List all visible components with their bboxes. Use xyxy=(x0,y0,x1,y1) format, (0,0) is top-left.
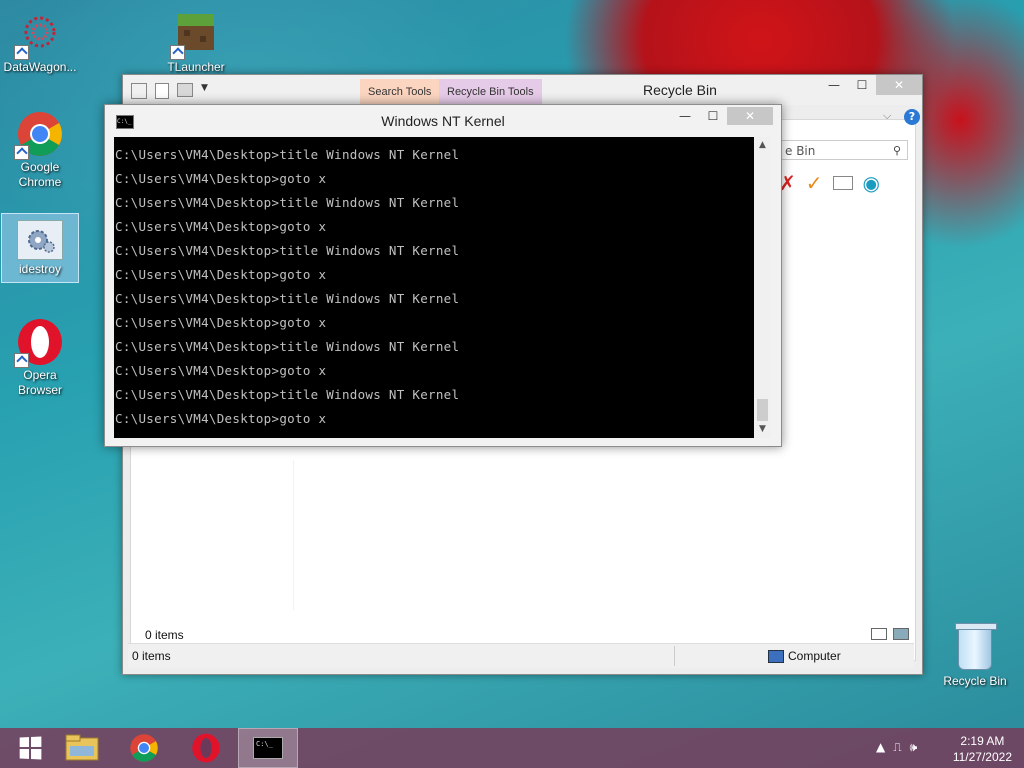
console-line: C:\Users\VM4\Desktop>title Windows NT Ke… xyxy=(115,243,460,258)
desktop-icon-label: Google Chrome xyxy=(18,160,62,189)
chrome-icon xyxy=(130,734,158,762)
taskbar-file-explorer[interactable] xyxy=(52,728,112,768)
taskbar-chrome[interactable] xyxy=(114,728,174,768)
details-view-icon[interactable] xyxy=(871,628,887,640)
status-items: 0 items xyxy=(132,649,171,663)
taskbar-opera[interactable] xyxy=(176,728,236,768)
shortcut-arrow-icon xyxy=(14,353,29,368)
console-line: C:\Users\VM4\Desktop>goto x xyxy=(115,315,327,330)
maximize-button[interactable]: ☐ xyxy=(848,75,876,95)
desktop-icon-label: DataWagon... xyxy=(3,60,77,74)
scroll-down-icon[interactable]: ▼ xyxy=(754,421,771,438)
console-scrollbar[interactable]: ▲ ▼ xyxy=(754,137,771,438)
explorer-window-controls: — ☐ ✕ xyxy=(820,75,922,95)
status-divider xyxy=(674,646,675,666)
document-icon[interactable] xyxy=(155,83,169,99)
scroll-up-icon[interactable]: ▲ xyxy=(754,137,771,154)
desktop-icon-tlauncher[interactable]: TLauncher xyxy=(156,10,236,75)
clock-date: 11/27/2022 xyxy=(952,750,1012,764)
console-line: C:\Users\VM4\Desktop>goto x xyxy=(115,363,327,378)
console-output[interactable]: C:\Users\VM4\Desktop>title Windows NT Ke… xyxy=(114,137,754,438)
desktop-icon-recycle-bin[interactable]: Recycle Bin xyxy=(940,623,1010,688)
items-count: 0 items xyxy=(145,628,184,642)
tab-search-tools[interactable]: Search Tools xyxy=(360,79,440,105)
search-input-text: e Bin xyxy=(785,144,816,158)
status-location: Computer xyxy=(768,649,841,664)
recycle-settings-icon[interactable]: ◉ xyxy=(863,172,880,194)
taskbar: C:\_ ▲ ⎍ 🕪 2:19 AM 11/27/2022 xyxy=(0,728,1024,768)
close-button[interactable]: ✕ xyxy=(727,107,773,125)
shortcut-arrow-icon xyxy=(170,45,185,60)
clock-time: 2:19 AM xyxy=(960,734,1005,748)
minimize-button[interactable]: — xyxy=(820,75,848,95)
desktop-icon-label: Recycle Bin xyxy=(943,674,1007,688)
start-button[interactable] xyxy=(0,728,60,768)
recycle-bin-icon xyxy=(955,623,997,670)
properties-icon[interactable] xyxy=(131,83,147,99)
search-icon: ⚲ xyxy=(892,144,901,157)
minimize-button[interactable]: — xyxy=(671,107,699,125)
chevron-down-icon[interactable]: ▼ xyxy=(201,83,208,99)
console-line: C:\Users\VM4\Desktop>title Windows NT Ke… xyxy=(115,387,460,402)
desktop-icon-opera[interactable]: Opera Browser xyxy=(0,318,80,398)
cmd-window[interactable]: C:\_ Windows NT Kernel — ☐ ✕ C:\Users\VM… xyxy=(104,104,782,447)
desktop-icon-idestroy[interactable]: idestroy xyxy=(1,213,79,283)
show-hidden-icons-icon[interactable]: ▲ xyxy=(876,740,885,755)
opera-icon xyxy=(192,733,220,763)
shortcut-arrow-icon xyxy=(14,145,29,160)
search-input[interactable]: e Bin ⚲ xyxy=(780,140,908,160)
properties-icon[interactable] xyxy=(832,176,853,190)
scroll-thumb[interactable] xyxy=(757,399,768,421)
explorer-statusbar: 0 items Computer xyxy=(128,643,914,668)
restore-icon[interactable]: ✓ xyxy=(806,172,823,194)
network-icon[interactable]: ⎍ xyxy=(893,740,901,755)
console-line: C:\Users\VM4\Desktop>goto x xyxy=(115,219,327,234)
cmd-icon: C:\_ xyxy=(253,737,283,759)
console-line: C:\Users\VM4\Desktop>goto x xyxy=(115,411,327,426)
desktop-icon-datawagon[interactable]: DataWagon... xyxy=(0,10,80,75)
desktop-icon-label: idestroy xyxy=(18,262,62,276)
file-explorer-icon xyxy=(65,734,99,761)
desktop-icon-google-chrome[interactable]: Google Chrome xyxy=(0,110,80,190)
volume-icon[interactable]: 🕪 xyxy=(910,740,918,755)
view-switcher xyxy=(871,628,909,640)
console-line: C:\Users\VM4\Desktop>title Windows NT Ke… xyxy=(115,339,460,354)
system-tray: ▲ ⎍ 🕪 xyxy=(876,740,917,755)
help-icon[interactable]: ? xyxy=(904,109,920,125)
console-line: C:\Users\VM4\Desktop>title Windows NT Ke… xyxy=(115,291,460,306)
settings-app-icon xyxy=(17,220,63,260)
ribbon-tools: ✗ ✓ ◉ xyxy=(779,172,880,194)
opera-icon xyxy=(14,318,64,368)
quick-access-toolbar: ▼ xyxy=(131,83,208,99)
windows-logo-icon xyxy=(19,736,42,760)
tlauncher-icon xyxy=(170,10,220,60)
cmd-titlebar[interactable]: C:\_ Windows NT Kernel — ☐ ✕ xyxy=(105,105,781,137)
console-line: C:\Users\VM4\Desktop>goto x xyxy=(115,267,327,282)
large-icons-view-icon[interactable] xyxy=(893,628,909,640)
desktop-icon-label: Opera Browser xyxy=(17,368,62,397)
status-location-label: Computer xyxy=(788,649,841,663)
shortcut-arrow-icon xyxy=(14,45,29,60)
clock[interactable]: 2:19 AM 11/27/2022 xyxy=(953,733,1012,765)
desktop-icon-label: TLauncher xyxy=(167,60,225,74)
explorer-title: Recycle Bin xyxy=(643,82,717,98)
computer-icon xyxy=(768,650,784,664)
datawagon-icon xyxy=(14,10,64,60)
console-line: C:\Users\VM4\Desktop>title Windows NT Ke… xyxy=(115,195,460,210)
nav-pane-divider xyxy=(293,460,294,610)
cmd-window-controls: — ☐ ✕ xyxy=(671,107,773,125)
chevron-down-icon[interactable]: ⌵ xyxy=(883,109,891,123)
console-line: C:\Users\VM4\Desktop>goto x xyxy=(115,171,327,186)
taskbar-cmd[interactable]: C:\_ xyxy=(238,728,298,768)
console-line: C:\Users\VM4\Desktop>title Windows NT Ke… xyxy=(115,147,460,162)
folder-icon[interactable] xyxy=(177,83,193,97)
close-button[interactable]: ✕ xyxy=(876,75,922,95)
chrome-icon xyxy=(14,110,64,160)
tab-recycle-bin-tools[interactable]: Recycle Bin Tools xyxy=(439,79,542,105)
maximize-button[interactable]: ☐ xyxy=(699,107,727,125)
explorer-titlebar[interactable]: ▼ Search Tools Recycle Bin Tools Recycle… xyxy=(123,75,922,105)
